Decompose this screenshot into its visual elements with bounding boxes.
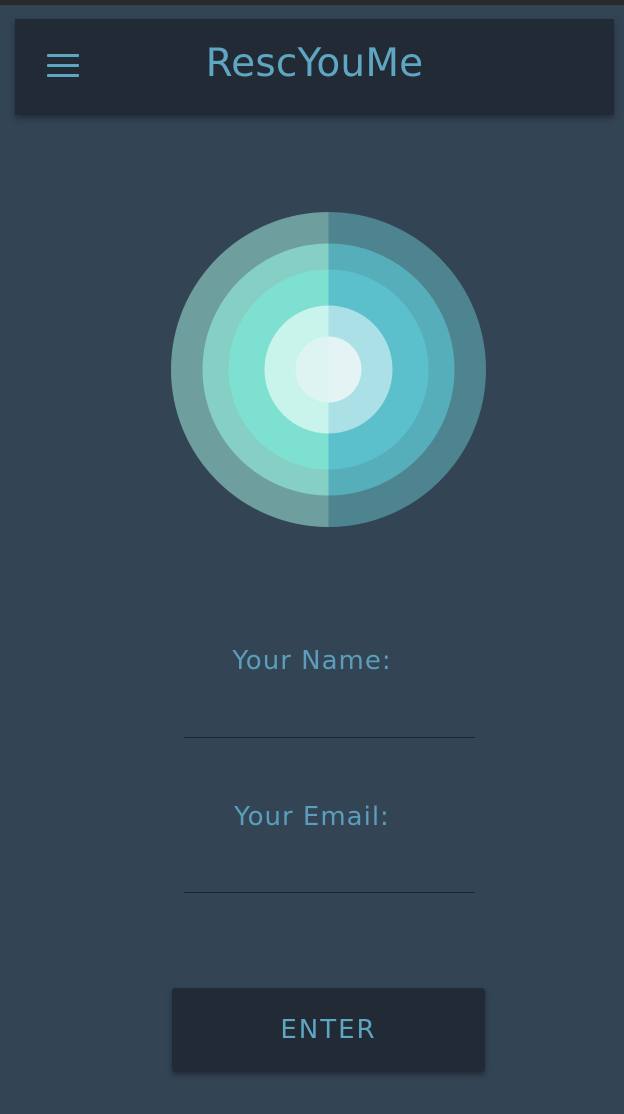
- top-border: [0, 0, 624, 5]
- concentric-circles-logo: [171, 212, 486, 527]
- email-label: Your Email:: [234, 802, 390, 832]
- app-bar: RescYouMe: [15, 19, 614, 115]
- name-label: Your Name:: [232, 646, 392, 676]
- app-title: RescYouMe: [205, 41, 424, 86]
- name-input[interactable]: [184, 698, 475, 738]
- email-input[interactable]: [184, 853, 475, 893]
- enter-button[interactable]: ENTER: [172, 988, 485, 1072]
